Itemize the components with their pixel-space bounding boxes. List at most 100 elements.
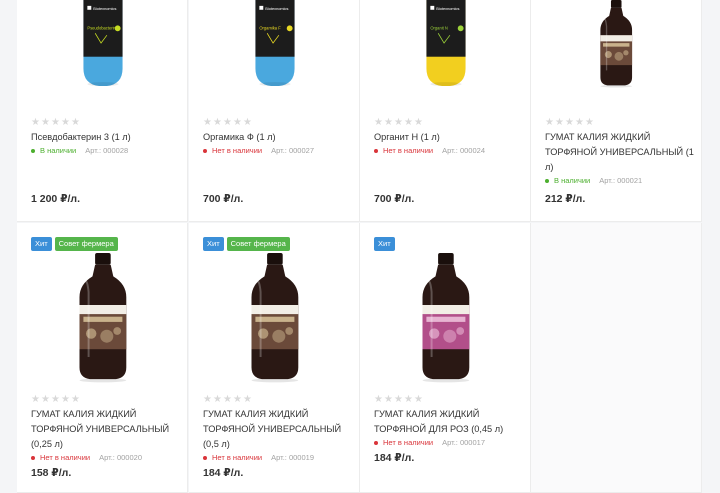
product-title-link[interactable]: Оргамика Ф (1 л)	[203, 130, 353, 145]
sticker-hit: Хит	[374, 237, 395, 251]
availability-row: Нет в наличии Арт.: 000020	[31, 453, 142, 462]
star-icon: ★	[374, 394, 383, 405]
product-image-area[interactable]: Biotexnomics Pseudobacterin	[17, 0, 188, 88]
star-icon: ★	[71, 394, 80, 405]
product-card[interactable]: ★ ★ ★ ★ ★ ГУМАТ КАЛИЯ ЖИДКИЙ ТОРФЯНОЙ УНИВЕРС…	[531, 0, 702, 222]
product-card[interactable]: Хит Совет фермера ★ ★ ★ ★ ★ ГУМАТ КАЛИЯ ЖИДКИЙ …	[189, 223, 360, 493]
star-icon: ★	[575, 117, 584, 128]
product-sku: Арт.: 000027	[271, 146, 314, 155]
star-icon: ★	[233, 394, 242, 405]
rating-stars: ★ ★ ★ ★ ★	[545, 117, 594, 128]
star-icon: ★	[565, 117, 574, 128]
product-title-link[interactable]: Псевдобактерин 3 (1 л)	[31, 130, 181, 145]
product-title-link[interactable]: ГУМАТ КАЛИЯ ЖИДКИЙ ТОРФЯНОЙ УНИВЕРСАЛЬНЫ…	[545, 130, 695, 175]
product-image-area[interactable]	[531, 0, 702, 88]
product-price: 184 ₽/л.	[203, 467, 244, 479]
star-icon: ★	[404, 394, 413, 405]
star-icon: ★	[384, 394, 393, 405]
product-image-area[interactable]	[17, 253, 188, 383]
bottle-brand: Biotexnomics	[436, 6, 459, 11]
product-title-link[interactable]: ГУМАТ КАЛИЯ ЖИДКИЙ ТОРФЯНОЙ УНИВЕРСАЛЬНЫ…	[203, 407, 353, 452]
rating-stars: ★ ★ ★ ★ ★	[31, 394, 80, 405]
availability-status: Нет в наличии	[383, 438, 434, 447]
product-image[interactable]	[245, 253, 305, 383]
sticker-advice: Совет фермера	[54, 237, 118, 251]
status-dot-icon	[203, 148, 207, 153]
star-icon: ★	[51, 117, 60, 128]
product-image-area[interactable]	[189, 253, 360, 383]
product-card[interactable]: Хит ★ ★ ★ ★ ★ ГУМАТ КАЛИЯ ЖИДКИЙ ТОРФЯНОЙ ДЛЯ …	[360, 223, 531, 493]
product-price: 158 ₽/л.	[31, 467, 72, 479]
star-icon: ★	[61, 394, 70, 405]
product-card[interactable]: Biotexnomics Pseudobacterin ★ ★ ★ ★ ★ Псевдобак…	[17, 0, 188, 222]
empty-cell	[531, 223, 702, 493]
sticker-hit: Хит	[31, 237, 52, 251]
product-image[interactable]: Biotexnomics Organit N	[420, 0, 472, 88]
star-icon: ★	[71, 117, 80, 128]
bottle-brand: Biotexnomics	[265, 6, 288, 11]
product-image-area[interactable]: Biotexnomics Orgamika F	[189, 0, 360, 88]
availability-status: В наличии	[40, 146, 77, 155]
availability-status: В наличии	[554, 176, 591, 185]
product-image-area[interactable]	[360, 253, 531, 383]
status-dot-icon	[31, 148, 35, 153]
bottle-name: Organit N	[430, 25, 448, 30]
product-image[interactable]: Biotexnomics Pseudobacterin	[77, 0, 129, 88]
product-image-area[interactable]: Biotexnomics Organit N	[360, 0, 531, 88]
product-price: 700 ₽/л.	[374, 193, 415, 205]
availability-status: Нет в наличии	[40, 453, 91, 462]
product-price: 212 ₽/л.	[545, 193, 586, 205]
bottle-name: Orgamika F	[259, 25, 281, 30]
rating-stars: ★ ★ ★ ★ ★	[203, 394, 252, 405]
sticker-list: Хит Совет фермера	[203, 237, 290, 251]
rating-stars: ★ ★ ★ ★ ★	[31, 117, 80, 128]
product-title-link[interactable]: Органит Н (1 л)	[374, 130, 524, 145]
star-icon: ★	[404, 117, 413, 128]
star-icon: ★	[51, 394, 60, 405]
product-title-link[interactable]: ГУМАТ КАЛИЯ ЖИДКИЙ ТОРФЯНОЙ ДЛЯ РОЗ (0,4…	[374, 407, 524, 437]
availability-row: В наличии Арт.: 000028	[31, 146, 128, 155]
rating-stars: ★ ★ ★ ★ ★	[374, 117, 423, 128]
sticker-list: Хит	[374, 237, 395, 251]
star-icon: ★	[394, 394, 403, 405]
availability-row: В наличии Арт.: 000021	[545, 176, 642, 185]
product-card[interactable]: Хит Совет фермера ★ ★ ★ ★ ★ ГУМАТ КАЛИЯ ЖИДКИЙ …	[17, 223, 188, 493]
product-title-link[interactable]: ГУМАТ КАЛИЯ ЖИДКИЙ ТОРФЯНОЙ УНИВЕРСАЛЬНЫ…	[31, 407, 181, 452]
rating-stars: ★ ★ ★ ★ ★	[203, 117, 252, 128]
product-image[interactable]	[596, 0, 636, 88]
product-sku: Арт.: 000017	[442, 438, 485, 447]
star-icon: ★	[203, 394, 212, 405]
product-sku: Арт.: 000024	[442, 146, 485, 155]
status-dot-icon	[374, 440, 378, 445]
sticker-advice: Совет фермера	[226, 237, 290, 251]
product-image[interactable]	[73, 253, 133, 383]
star-icon: ★	[243, 117, 252, 128]
star-icon: ★	[414, 394, 423, 405]
star-icon: ★	[213, 394, 222, 405]
availability-status: Нет в наличии	[212, 453, 263, 462]
bottle-name: Pseudobacterin	[87, 25, 116, 30]
availability-row: Нет в наличии Арт.: 000024	[374, 146, 485, 155]
status-dot-icon	[374, 148, 378, 153]
star-icon: ★	[394, 117, 403, 128]
product-price: 184 ₽/л.	[374, 452, 415, 464]
star-icon: ★	[555, 117, 564, 128]
star-icon: ★	[374, 117, 383, 128]
product-sku: Арт.: 000021	[599, 176, 643, 185]
rating-stars: ★ ★ ★ ★ ★	[374, 394, 423, 405]
product-image[interactable]	[416, 253, 476, 383]
availability-status: Нет в наличии	[383, 146, 434, 155]
bottle-brand: Biotexnomics	[93, 6, 116, 11]
product-price: 700 ₽/л.	[203, 193, 244, 205]
star-icon: ★	[213, 117, 222, 128]
sticker-hit: Хит	[203, 237, 224, 251]
status-dot-icon	[31, 455, 35, 460]
sticker-list: Хит Совет фермера	[31, 237, 118, 251]
product-card[interactable]: Biotexnomics Organit N ★ ★ ★ ★ ★ Органит Н (1 л…	[360, 0, 531, 222]
status-dot-icon	[545, 178, 549, 183]
product-card[interactable]: Biotexnomics Orgamika F ★ ★ ★ ★ ★ Оргамика Ф (1…	[189, 0, 360, 222]
star-icon: ★	[223, 117, 232, 128]
star-icon: ★	[384, 117, 393, 128]
product-grid: Biotexnomics Pseudobacterin ★ ★ ★ ★ ★ Псевдобак…	[17, 0, 704, 493]
product-image[interactable]: Biotexnomics Orgamika F	[249, 0, 301, 88]
